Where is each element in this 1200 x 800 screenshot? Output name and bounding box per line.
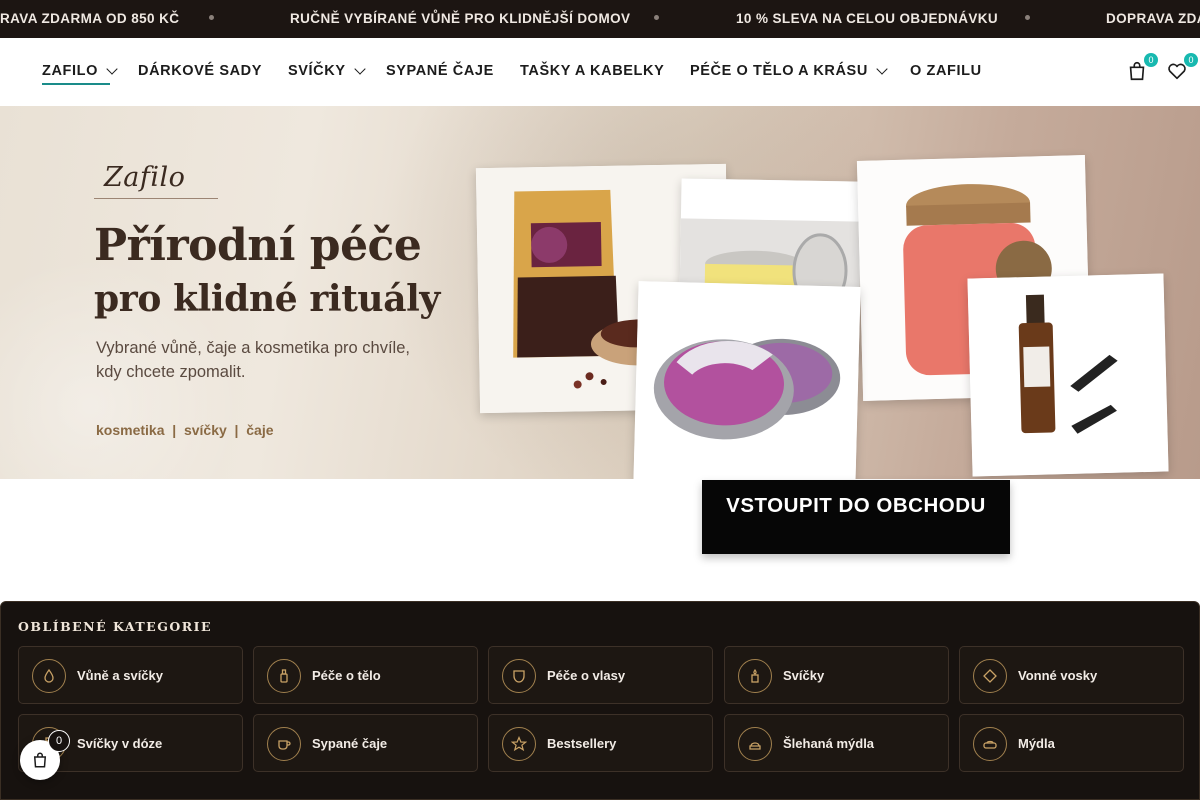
bottle-icon <box>267 659 301 693</box>
announcement-bar: RAVA ZDARMA OD 850 KČ RUČNĚ VYBÍRANÉ VŮN… <box>0 0 1200 38</box>
nav-item-label: PÉČE O TĚLO A KRÁSU <box>690 63 868 79</box>
nav-item-label: O ZAFILU <box>910 63 982 79</box>
floating-cart-button[interactable]: 0 <box>20 730 70 780</box>
hero-brand: Zafilo <box>104 162 186 193</box>
diamond-icon <box>973 659 1007 693</box>
nav-item-loose-tea[interactable]: SYPANÉ ČAJE <box>386 63 494 79</box>
announcement-message: RUČNĚ VYBÍRANÉ VŮNĚ PRO KLIDNĚJŠÍ DOMOV <box>290 11 631 26</box>
announcement-message: DOPRAVA ZDARMA <box>1106 11 1200 26</box>
main-nav: ZAFILO DÁRKOVÉ SADY SVÍČKY SYPANÉ ČAJE T… <box>0 38 1200 106</box>
enter-shop-button[interactable]: VSTOUPIT DO OBCHODU <box>702 480 1010 554</box>
category-label: Svíčky <box>783 668 825 683</box>
hero-title-line1: Přírodní péče <box>94 220 422 271</box>
category-label: Bestsellery <box>547 736 617 751</box>
nav-item-label: SYPANÉ ČAJE <box>386 63 494 79</box>
candle-icon <box>738 659 772 693</box>
wishlist-count-badge: 0 <box>1184 53 1198 67</box>
bar-soap-icon <box>973 727 1007 761</box>
hero-title-line2: pro klidné rituály <box>94 278 440 320</box>
hair-serum-photo <box>967 273 1169 477</box>
active-indicator <box>42 83 110 85</box>
separator-dot <box>654 15 659 20</box>
separator-dot <box>1025 15 1030 20</box>
category-body-care[interactable]: Péče o tělo <box>253 646 478 704</box>
category-label: Péče o vlasy <box>547 668 626 683</box>
announcement-message: 10 % SLEVA NA CELOU OBJEDNÁVKU <box>736 11 999 26</box>
nav-item-label: TAŠKY A KABELKY <box>520 63 665 79</box>
soap-icon <box>738 727 772 761</box>
wishlist-button[interactable]: 0 <box>1166 53 1198 84</box>
categories-title: OBLÍBENÉ KATEGORIE <box>18 619 213 634</box>
floating-cart-count: 0 <box>48 730 70 752</box>
favorite-categories: OBLÍBENÉ KATEGORIE Vůně a svíčky Péče o … <box>0 601 1200 800</box>
lip-balm-tin-photo <box>633 281 861 479</box>
star-icon <box>502 727 536 761</box>
category-candles[interactable]: Svíčky <box>724 646 949 704</box>
category-label: Mýdla <box>1018 736 1055 751</box>
hero-subtitle: Vybrané vůně, čaje a kosmetika pro chvíl… <box>96 339 410 381</box>
category-bestsellers[interactable]: Bestsellery <box>488 714 713 772</box>
category-label: Sypané čaje <box>312 736 388 751</box>
nav-item-body-care[interactable]: PÉČE O TĚLO A KRÁSU <box>690 62 888 79</box>
category-whipped-soaps[interactable]: Šlehaná mýdla <box>724 714 949 772</box>
cart-button[interactable]: 0 <box>1126 53 1158 84</box>
category-label: Vůně a svíčky <box>77 668 163 683</box>
nav-item-gift-sets[interactable]: DÁRKOVÉ SADY <box>138 63 262 79</box>
shield-face-icon <box>502 659 536 693</box>
chevron-down-icon <box>106 62 118 75</box>
shopping-bag-icon <box>33 752 47 768</box>
category-label: Péče o tělo <box>312 668 381 683</box>
nav-item-label: ZAFILO <box>42 63 98 79</box>
nav-item-label: DÁRKOVÉ SADY <box>138 63 263 79</box>
drop-icon <box>32 659 66 693</box>
category-wax-melts[interactable]: Vonné vosky <box>959 646 1184 704</box>
chevron-down-icon <box>876 62 888 75</box>
separator-dot <box>209 15 214 20</box>
nav-item-zafilo[interactable]: ZAFILO <box>42 62 118 79</box>
hero-banner: Zafilo Přírodní péče pro klidné rituály … <box>0 106 1200 479</box>
category-label: Šlehaná mýdla <box>783 736 875 751</box>
announcement-message: RAVA ZDARMA OD 850 KČ <box>0 11 180 26</box>
nav-item-about[interactable]: O ZAFILU <box>910 63 982 79</box>
category-hair-care[interactable]: Péče o vlasy <box>488 646 713 704</box>
category-label: Svíčky v dóze <box>77 736 163 751</box>
cart-count-badge: 0 <box>1144 53 1158 67</box>
nav-item-candles[interactable]: SVÍČKY <box>288 62 366 79</box>
category-label: Vonné vosky <box>1018 668 1098 683</box>
category-fragrance-candles[interactable]: Vůně a svíčky <box>18 646 243 704</box>
cup-icon <box>267 727 301 761</box>
hero-tags: kosmetika | svíčky | čaje <box>96 422 274 438</box>
category-loose-tea[interactable]: Sypané čaje <box>253 714 478 772</box>
chevron-down-icon <box>353 62 366 75</box>
nav-item-bags[interactable]: TAŠKY A KABELKY <box>520 63 664 79</box>
brand-underline <box>94 198 218 199</box>
category-soaps[interactable]: Mýdla <box>959 714 1184 772</box>
nav-item-label: SVÍČKY <box>288 63 346 79</box>
